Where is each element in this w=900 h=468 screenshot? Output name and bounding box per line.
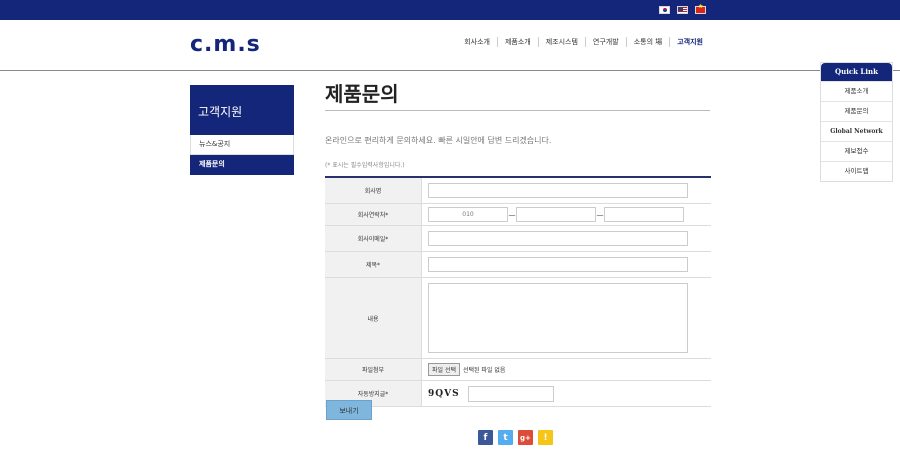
file-label: 파일첨부 xyxy=(325,359,422,380)
email-input[interactable] xyxy=(428,231,688,246)
main-content: 제품문의 온라인으로 편리하게 문의하세요. 빠른 시일안에 답변 드리겠습니다… xyxy=(325,78,710,169)
page-title: 제품문의 xyxy=(325,78,710,111)
facebook-icon[interactable]: f xyxy=(478,430,493,445)
file-status: 선택된 파일 없음 xyxy=(463,367,506,374)
nav-item-community[interactable]: 소통의 場 xyxy=(625,37,670,47)
top-bar xyxy=(0,0,900,20)
form-row-subject: 제목* xyxy=(325,252,711,278)
vn-flag-icon[interactable] xyxy=(695,3,706,14)
form-row-captcha: 자동방지글* 9QVS xyxy=(325,381,711,407)
nav-item-company[interactable]: 회사소개 xyxy=(457,37,497,47)
language-selector xyxy=(659,3,706,14)
subject-input[interactable] xyxy=(428,257,688,272)
site-logo[interactable]: c.m.s xyxy=(190,32,261,57)
nav-item-rnd[interactable]: 연구개발 xyxy=(584,37,626,47)
sidebar-item-inquiry[interactable]: 제품문의 xyxy=(190,155,294,175)
quick-link-global-network[interactable]: Global Network xyxy=(821,121,892,141)
content-label: 내용 xyxy=(325,278,422,358)
subject-label: 제목* xyxy=(325,252,422,277)
phone-middle-input[interactable] xyxy=(516,207,596,222)
quick-link-sitemap[interactable]: 사이트맵 xyxy=(821,161,892,181)
quick-link-report[interactable]: 제보접수 xyxy=(821,141,892,161)
quick-link-inquiry[interactable]: 제품문의 xyxy=(821,101,892,121)
quick-link-products[interactable]: 제품소개 xyxy=(821,81,892,101)
twitter-icon[interactable]: t xyxy=(498,430,513,445)
phone-last-input[interactable] xyxy=(604,207,684,222)
email-label: 회사이메일* xyxy=(325,226,422,251)
nav-item-support[interactable]: 고객지원 xyxy=(669,37,710,47)
form-row-phone: 회사연락처* — — xyxy=(325,204,711,226)
kakaostory-icon[interactable]: ! xyxy=(538,430,553,445)
nav-item-products[interactable]: 제품소개 xyxy=(496,37,538,47)
nav-item-manufacturing[interactable]: 제조시스템 xyxy=(537,37,585,47)
us-flag-icon[interactable] xyxy=(677,6,688,14)
main-nav: 회사소개 제품소개 제조시스템 연구개발 소통의 場 고객지원 xyxy=(457,37,710,47)
content-textarea[interactable] xyxy=(428,283,688,353)
kr-flag-icon[interactable] xyxy=(659,6,670,14)
google-plus-icon[interactable]: g+ xyxy=(518,430,533,445)
intro-text: 온라인으로 편리하게 문의하세요. 빠른 시일안에 답변 드리겠습니다. xyxy=(325,136,552,145)
file-select-button[interactable]: 파일 선택 xyxy=(428,363,460,376)
quick-link-title: Quick Link xyxy=(821,63,892,81)
inquiry-form: 회사명 회사연락처* — — 회사이메일* 제목* 내용 파일첨부 파일 선택 … xyxy=(325,176,711,407)
phone-label: 회사연락처* xyxy=(325,204,422,225)
form-row-email: 회사이메일* xyxy=(325,226,711,252)
required-note: (* 표시는 필수입력사항입니다.) xyxy=(325,162,405,169)
captcha-code: 9QVS xyxy=(428,388,460,399)
sidebar-title: 고객지원 xyxy=(190,85,294,135)
sidebar-item-news[interactable]: 뉴스&공지 xyxy=(190,135,294,155)
captcha-input[interactable] xyxy=(467,385,554,402)
form-row-content: 내용 xyxy=(325,278,711,359)
phone-prefix-input[interactable] xyxy=(428,207,508,222)
site-header: c.m.s 회사소개 제품소개 제조시스템 연구개발 소통의 場 고객지원 xyxy=(0,20,900,71)
quick-link-panel: Quick Link 제품소개 제품문의 Global Network 제보접수… xyxy=(820,62,893,182)
social-share: f t g+ ! xyxy=(478,430,553,445)
company-input[interactable] xyxy=(428,183,688,198)
company-label: 회사명 xyxy=(325,178,422,203)
submit-button[interactable]: 보내기 xyxy=(326,400,372,420)
phone-separator: — xyxy=(508,210,516,219)
phone-separator: — xyxy=(596,210,604,219)
sidebar: 고객지원 뉴스&공지 제품문의 xyxy=(190,85,294,175)
form-row-file: 파일첨부 파일 선택 선택된 파일 없음 xyxy=(325,359,711,381)
form-row-company: 회사명 xyxy=(325,178,711,204)
